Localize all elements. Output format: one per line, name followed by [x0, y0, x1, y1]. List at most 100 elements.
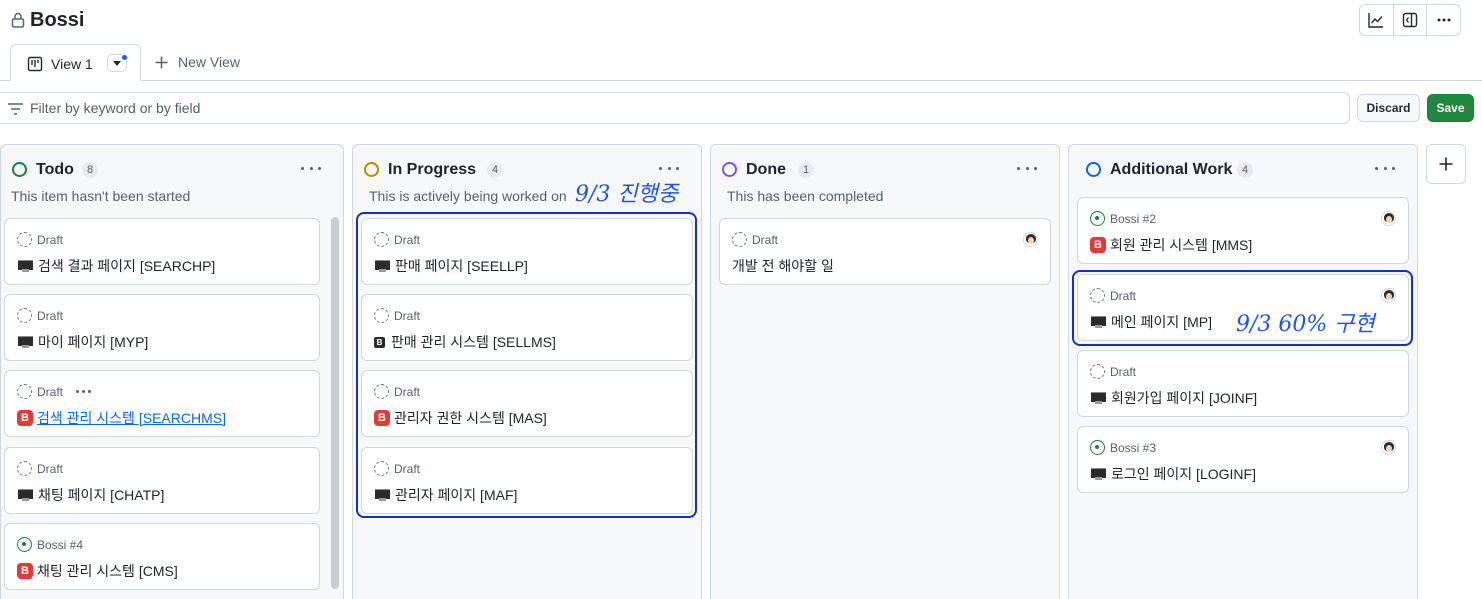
card[interactable]: Draft 판매 페이지 [SEELLP]: [361, 218, 693, 285]
issue-opened-icon: [1090, 440, 1105, 455]
column-menu-button[interactable]: [659, 159, 679, 177]
column-description: This is actively being worked on: [369, 188, 567, 204]
card[interactable]: Bossi #4 B 채팅 관리 시스템 [CMS]: [4, 523, 320, 590]
card-title: 판매 페이지 [SEELLP]: [395, 258, 528, 274]
card-title: 채팅 페이지 [CHATP]: [38, 487, 165, 503]
b-button-icon: B: [1090, 237, 1106, 253]
kebab-horizontal-icon: [1437, 18, 1451, 22]
desktop-computer-icon: [17, 488, 34, 502]
draft-icon: [1090, 288, 1105, 303]
card-menu-button[interactable]: [76, 390, 92, 393]
card[interactable]: Draft 관리자 페이지 [MAF]: [361, 447, 693, 514]
more-options-button[interactable]: [1427, 5, 1460, 35]
insights-button[interactable]: [1360, 5, 1394, 35]
column-description: This has been completed: [727, 188, 884, 204]
save-button[interactable]: Save: [1427, 94, 1474, 122]
desktop-computer-icon: [374, 488, 391, 502]
column-title: Done: [746, 161, 786, 178]
desktop-computer-icon: [17, 259, 34, 273]
draft-icon: [374, 308, 389, 323]
column-count: 4: [487, 162, 504, 178]
triangle-down-icon: [113, 60, 121, 66]
card-status: Draft: [37, 308, 64, 323]
handwritten-note: 9/3 진행중: [575, 182, 679, 207]
status-circle-icon: [364, 162, 379, 177]
status-circle-icon: [1086, 162, 1101, 177]
status-circle-icon: [722, 162, 737, 177]
add-column-button[interactable]: [1426, 144, 1466, 184]
issue-opened-icon: [17, 537, 32, 552]
plus-icon: [1439, 157, 1453, 171]
draft-icon: [17, 232, 32, 247]
desktop-computer-icon: [1090, 467, 1107, 481]
project-title: Bossi: [30, 9, 85, 31]
card[interactable]: Draft 회원가입 페이지 [JOINF]: [1077, 350, 1409, 417]
side-panel-button[interactable]: [1394, 5, 1428, 35]
card[interactable]: Draft B 판매 관리 시스템 [SELLMS]: [361, 294, 693, 361]
project-header: Bossi: [0, 0, 1482, 42]
card-status: Draft: [394, 232, 421, 247]
column-count: 8: [82, 162, 99, 178]
column-scrollbar[interactable]: [331, 217, 339, 589]
card-status: Draft: [1110, 364, 1137, 379]
unsaved-changes-dot: [121, 54, 128, 61]
draft-icon: [374, 384, 389, 399]
card-status: Draft: [394, 308, 421, 323]
card-status: Draft: [37, 461, 64, 476]
column-done: Done 1 This has been completed: [710, 144, 1060, 599]
b-button-icon: B: [17, 563, 33, 579]
graph-icon: [1368, 13, 1384, 28]
handwritten-note: 9/3 60% 구현: [1236, 312, 1375, 337]
card[interactable]: Draft B 관리자 권한 시스템 [MAS]: [361, 370, 693, 437]
assignee-avatar[interactable]: [1381, 288, 1396, 303]
b-button-icon: B: [374, 336, 385, 348]
card[interactable]: Draft B 검색 관리 시스템 [SEARCHMS]: [4, 370, 320, 437]
column-menu-button[interactable]: [1017, 159, 1037, 177]
column-count: 4: [1237, 162, 1254, 178]
card-status: Bossi #2: [1110, 211, 1157, 226]
column-menu-button[interactable]: [301, 159, 321, 177]
card-status: Bossi #3: [1110, 440, 1157, 455]
card-status: Draft: [37, 384, 64, 399]
board-icon: [27, 56, 43, 72]
card-status: Draft: [394, 461, 421, 476]
b-button-icon: B: [374, 410, 390, 426]
card-status: Bossi #4: [37, 537, 84, 552]
issue-opened-icon: [1090, 211, 1105, 226]
plus-icon: [155, 56, 168, 68]
tab-view-1[interactable]: View 1: [10, 44, 141, 81]
draft-icon: [374, 232, 389, 247]
card-title: 검색 결과 페이지 [SEARCHP]: [38, 258, 216, 274]
assignee-avatar[interactable]: [1381, 440, 1396, 455]
discard-button[interactable]: Discard: [1357, 94, 1420, 122]
card[interactable]: Draft 개발 전 해야할 일: [719, 218, 1051, 285]
draft-icon: [17, 461, 32, 476]
desktop-computer-icon: [374, 259, 391, 273]
draft-icon: [732, 232, 747, 247]
card-status: Draft: [1110, 288, 1137, 303]
draft-icon: [374, 461, 389, 476]
assignee-avatar[interactable]: [1381, 211, 1396, 226]
desktop-computer-icon: [17, 335, 34, 349]
card-title: 관리자 페이지 [MAF]: [395, 487, 518, 503]
column-title: In Progress: [388, 161, 477, 178]
card-title-link[interactable]: 검색 관리 시스템 [SEARCHMS]: [37, 408, 226, 428]
view-tabs: View 1 New View: [0, 43, 1482, 81]
card-title: 회원가입 페이지 [JOINF]: [1111, 390, 1258, 406]
new-view-button[interactable]: New View: [155, 54, 240, 70]
filter-input[interactable]: [30, 93, 1330, 123]
card[interactable]: Bossi #3 로그인 페이지 [LOGINF]: [1077, 426, 1409, 493]
column-count: 1: [798, 162, 815, 178]
card-status: Draft: [752, 232, 779, 247]
card-title: 판매 관리 시스템 [SELLMS]: [391, 334, 556, 350]
card[interactable]: Draft 마이 페이지 [MYP]: [4, 294, 320, 361]
card[interactable]: Bossi #2 B 회원 관리 시스템 [MMS]: [1077, 197, 1409, 264]
column-menu-button[interactable]: [1375, 159, 1395, 177]
card[interactable]: Draft 검색 결과 페이지 [SEARCHP]: [4, 218, 320, 285]
card-title: 회원 관리 시스템 [MMS]: [1110, 237, 1253, 253]
assignee-avatar[interactable]: [1023, 232, 1038, 247]
card[interactable]: Draft 채팅 페이지 [CHATP]: [4, 447, 320, 514]
desktop-computer-icon: [1090, 315, 1107, 329]
draft-icon: [1090, 364, 1105, 379]
filter-bar: [0, 92, 1350, 124]
